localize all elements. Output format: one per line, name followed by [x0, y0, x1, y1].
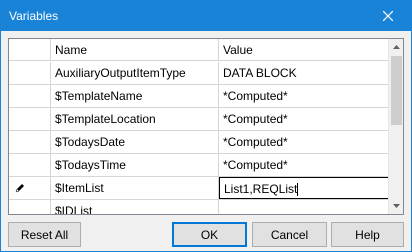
- name-cell[interactable]: $TemplateLocation: [51, 108, 219, 130]
- grid-header: Name Value: [9, 39, 389, 61]
- row-header-corner: [9, 39, 51, 61]
- column-header-value[interactable]: Value: [219, 39, 389, 61]
- value-cell[interactable]: [219, 200, 389, 214]
- scroll-down-button[interactable]: [389, 198, 403, 214]
- name-cell[interactable]: AuxiliaryOutputItemType: [51, 62, 219, 84]
- cancel-button[interactable]: Cancel: [252, 222, 327, 247]
- row-header[interactable]: [9, 200, 51, 214]
- table-row[interactable]: AuxiliaryOutputItemType DATA BLOCK: [9, 62, 389, 85]
- table-row[interactable]: $TodaysDate *Computed*: [9, 131, 389, 154]
- scroll-up-button[interactable]: [389, 39, 403, 55]
- row-header[interactable]: [9, 154, 51, 176]
- value-cell[interactable]: *Computed*: [219, 131, 389, 153]
- column-header-name[interactable]: Name: [51, 39, 219, 61]
- value-cell[interactable]: DATA BLOCK: [219, 62, 389, 84]
- ok-button[interactable]: OK: [172, 222, 247, 247]
- name-cell[interactable]: $TodaysTime: [51, 154, 219, 176]
- close-button[interactable]: [365, 1, 411, 31]
- chevron-up-icon: [393, 45, 400, 49]
- name-cell[interactable]: $ItemList: [51, 177, 219, 199]
- row-header[interactable]: [9, 62, 51, 84]
- row-header[interactable]: [9, 131, 51, 153]
- chevron-down-icon: [393, 204, 400, 208]
- name-cell[interactable]: $TemplateName: [51, 85, 219, 107]
- table-row-editing[interactable]: $ItemList List1,REQList: [9, 177, 389, 200]
- text-caret: [297, 183, 299, 197]
- reset-all-button[interactable]: Reset All: [8, 222, 81, 247]
- help-button[interactable]: Help: [331, 222, 404, 247]
- pencil-icon: [15, 184, 24, 193]
- table-row[interactable]: $TodaysTime *Computed*: [9, 154, 389, 177]
- variables-dialog: Variables Name Value AuxiliaryOutputItem…: [0, 0, 412, 252]
- window-title: Variables: [9, 9, 59, 23]
- table-row[interactable]: $TemplateLocation *Computed*: [9, 108, 389, 131]
- row-header[interactable]: [9, 85, 51, 107]
- title-bar: Variables: [1, 1, 411, 31]
- row-header[interactable]: [9, 108, 51, 130]
- value-cell[interactable]: *Computed*: [219, 85, 389, 107]
- value-edit-text: List1,REQList: [224, 182, 298, 196]
- close-icon: [383, 11, 393, 21]
- vertical-scrollbar[interactable]: [388, 39, 403, 214]
- table-row[interactable]: $TemplateName *Computed*: [9, 85, 389, 108]
- name-cell[interactable]: $TodaysDate: [51, 131, 219, 153]
- table-row[interactable]: $IDList: [9, 200, 389, 214]
- value-edit-field[interactable]: List1,REQList: [219, 177, 389, 199]
- value-cell[interactable]: *Computed*: [219, 108, 389, 130]
- scroll-thumb[interactable]: [391, 56, 402, 125]
- name-cell[interactable]: $IDList: [51, 200, 219, 214]
- row-header[interactable]: [9, 177, 51, 199]
- variables-grid[interactable]: Name Value AuxiliaryOutputItemType DATA …: [8, 38, 404, 215]
- value-cell[interactable]: *Computed*: [219, 154, 389, 176]
